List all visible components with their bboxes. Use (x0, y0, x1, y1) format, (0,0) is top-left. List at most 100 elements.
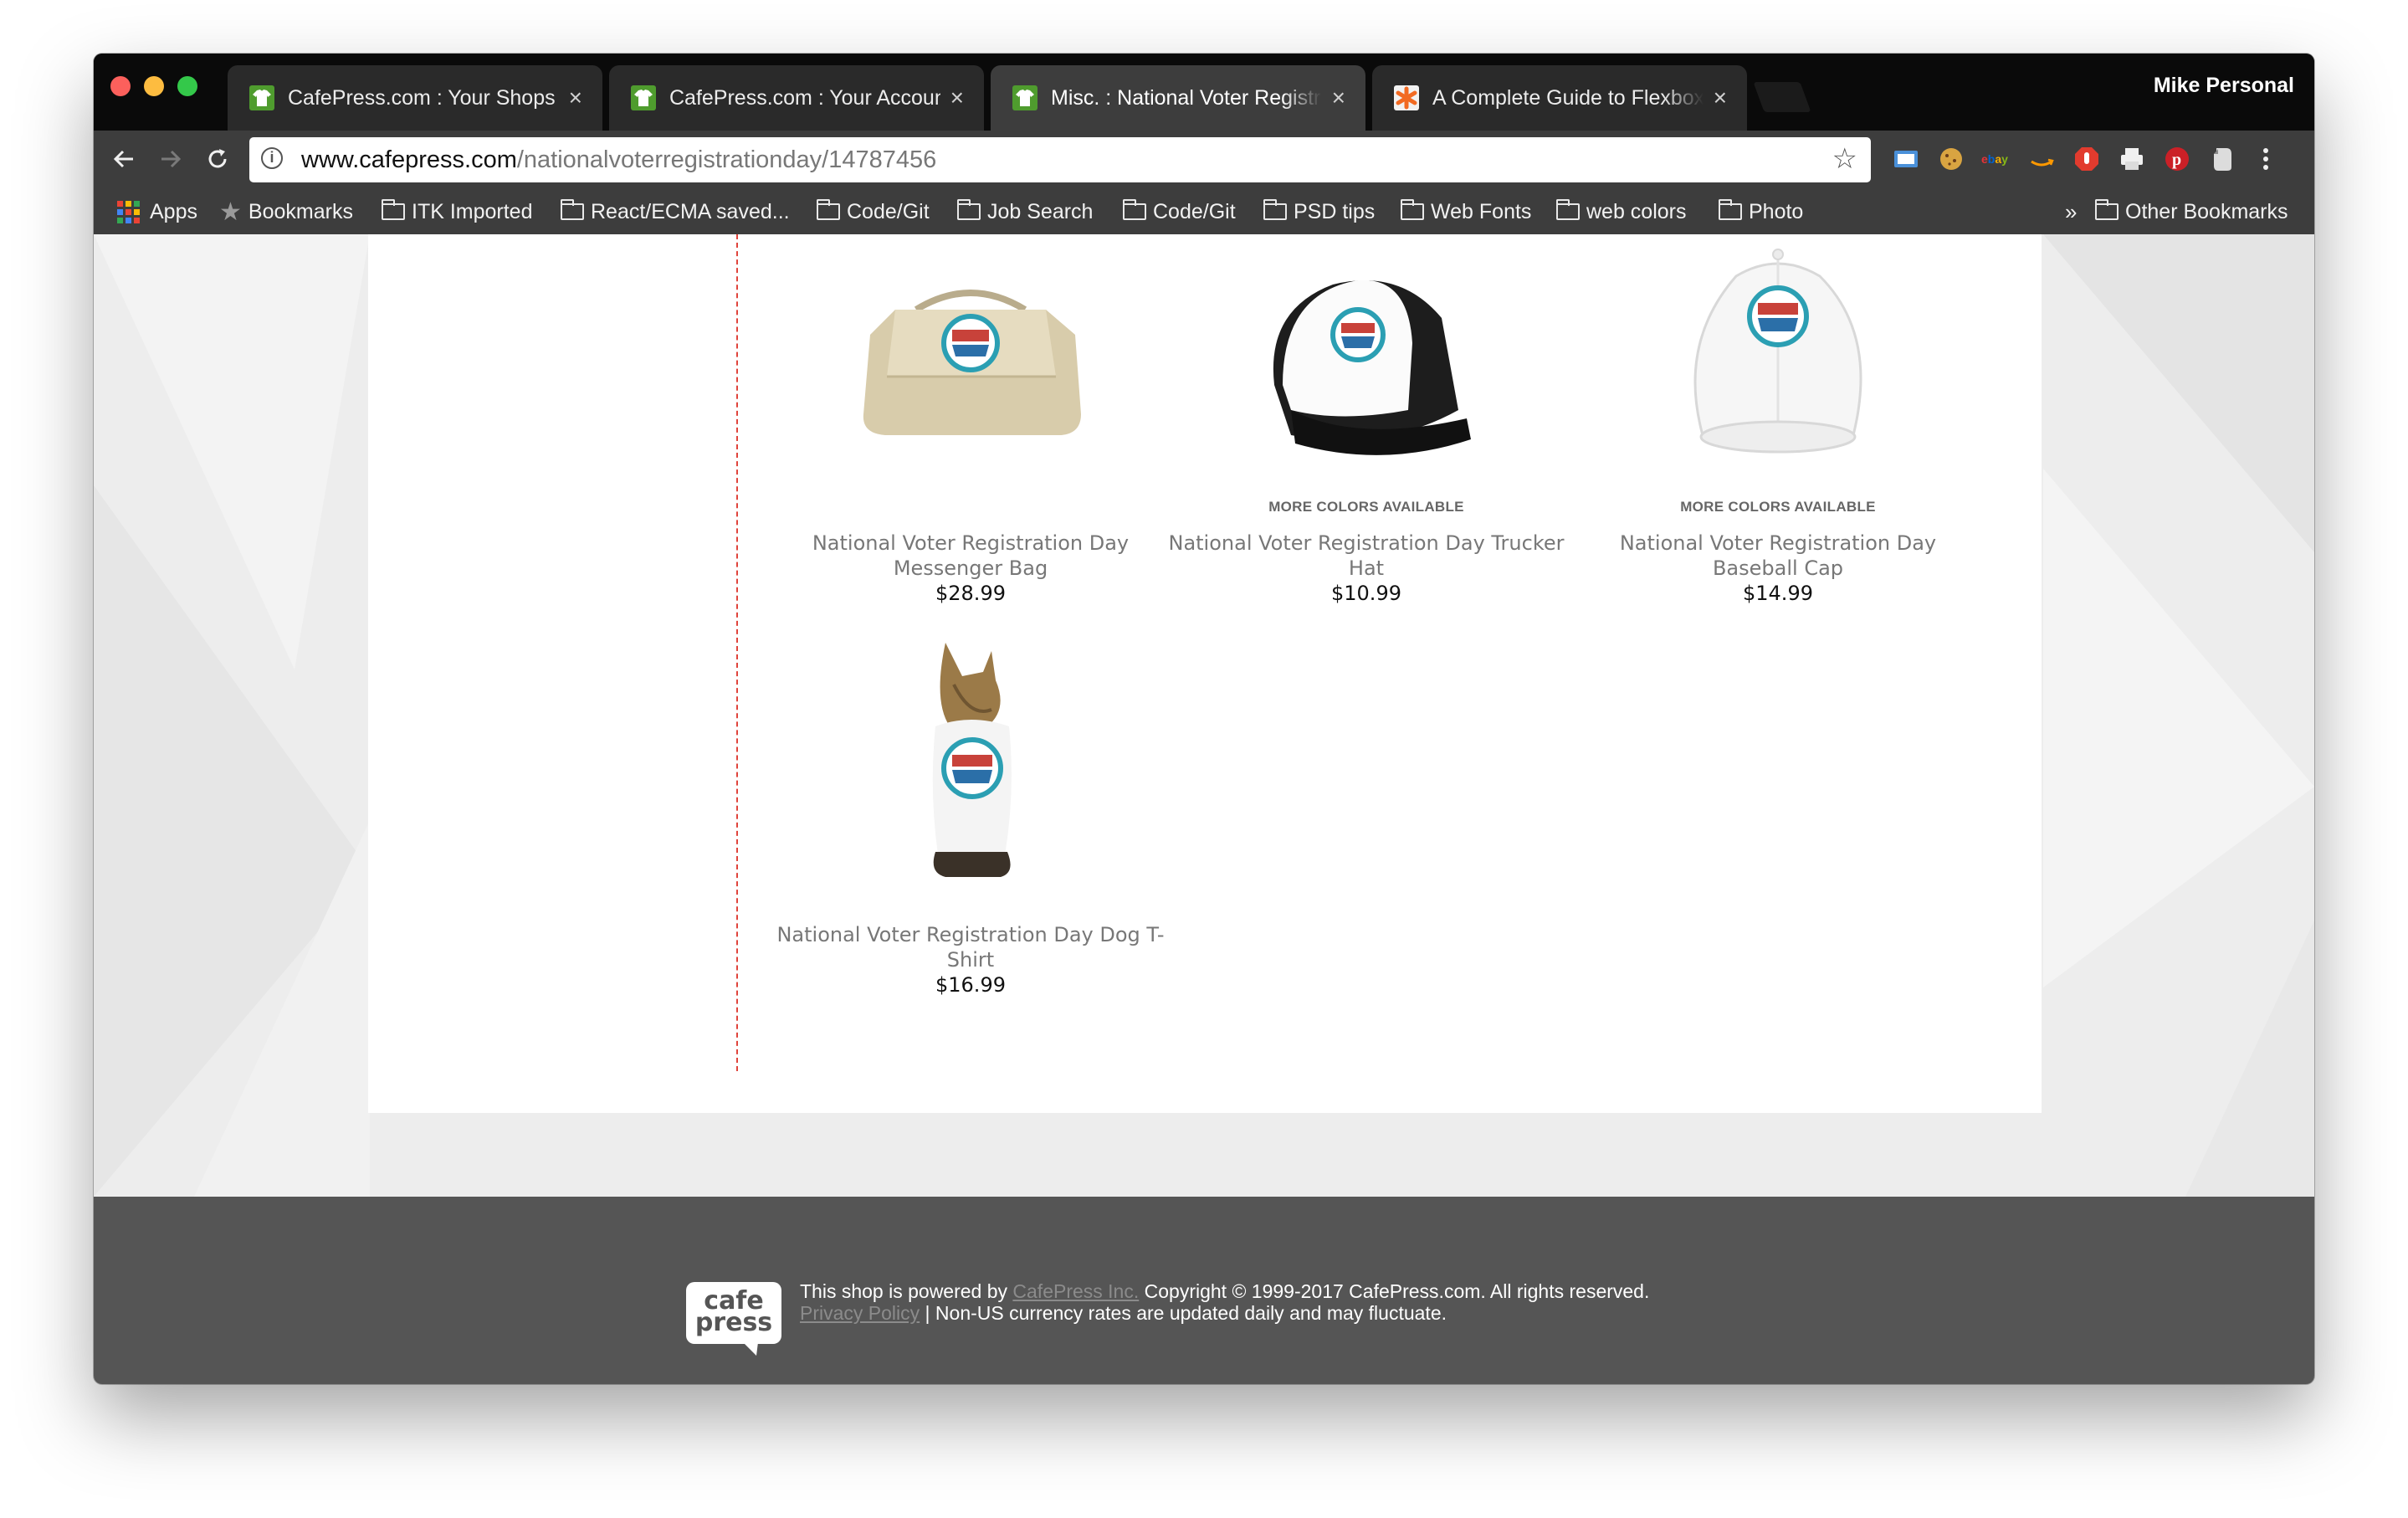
shop-content: National Voter Registration Day Messenge… (368, 234, 2042, 1113)
forward-button[interactable] (152, 141, 189, 177)
bookmark-label: ITK Imported (412, 199, 533, 223)
footer-line-2: Privacy Policy | Non-US currency rates a… (800, 1302, 1649, 1324)
folder-icon (1718, 199, 1742, 220)
bookmark-label: Photo (1749, 199, 1804, 223)
privacy-policy-link[interactable]: Privacy Policy (800, 1302, 920, 1324)
folder-icon (1555, 199, 1580, 220)
footer-text: This shop is powered by CafePress Inc. C… (800, 1280, 1649, 1324)
bookmark-label: Code/Git (1153, 199, 1236, 223)
tab-strip: CafePress.com : Your Shops × CafePress.c… (94, 54, 2314, 131)
currency-note: | Non-US currency rates are updated dail… (920, 1302, 1447, 1324)
product-card[interactable]: National Voter Registration Day Messenge… (770, 243, 1171, 606)
bookmark-folder-photo[interactable]: Photo (1718, 189, 1804, 234)
tab-your-shops[interactable]: CafePress.com : Your Shops × (228, 65, 602, 131)
bookmark-label: Job Search (987, 199, 1094, 223)
bookmark-label: Web Fonts (1431, 199, 1532, 223)
bookmark-folder-web-fonts[interactable]: Web Fonts (1400, 189, 1532, 234)
bookmark-label: web colors (1586, 199, 1687, 223)
cafepress-inc-link[interactable]: CafePress Inc. (1012, 1280, 1139, 1302)
more-colors-badge: MORE COLORS AVAILABLE (1680, 499, 1876, 515)
bookmark-label: Other Bookmarks (2125, 199, 2288, 223)
screen-capture-icon[interactable] (1891, 144, 1921, 174)
folder-icon (956, 199, 981, 220)
product-price: $10.99 (1331, 582, 1401, 605)
print-icon[interactable] (2117, 144, 2147, 174)
menu-dots-icon[interactable] (2251, 144, 2281, 174)
folder-icon (2094, 199, 2119, 220)
bookmark-apps[interactable]: Apps (117, 189, 197, 234)
folder-icon (381, 199, 405, 220)
other-bookmarks[interactable]: Other Bookmarks (2094, 189, 2288, 234)
cafepress-logo[interactable]: cafe press (684, 1280, 783, 1356)
ebay-icon[interactable]: ebay (1981, 144, 2011, 174)
bookmark-folder-itk-imported[interactable]: ITK Imported (381, 189, 533, 234)
bookmark-label: React/ECMA saved... (591, 199, 790, 223)
trucker-hat-image[interactable] (1232, 243, 1500, 494)
folder-icon (560, 199, 584, 220)
zoom-window-button[interactable] (177, 76, 197, 96)
folder-icon (1122, 199, 1146, 220)
bookmark-star-icon[interactable]: ☆ (1832, 142, 1857, 176)
page-viewport[interactable]: National Voter Registration Day Messenge… (94, 234, 2314, 1384)
more-colors-badge (770, 499, 1171, 517)
info-icon[interactable]: i (261, 147, 283, 169)
star-icon: ★ (219, 197, 242, 226)
svg-text:p: p (2172, 151, 2181, 169)
bookmark-folder-code-git[interactable]: Code/Git (816, 189, 930, 234)
page-footer: cafe press This shop is powered by CafePr… (94, 1197, 2314, 1384)
tab-close-icon[interactable]: × (950, 85, 964, 111)
browser-toolbar: i www.cafepress.com/nationalvoterregistr… (94, 131, 2314, 189)
back-arrow-icon (113, 150, 133, 168)
bookmark-folder-react-ecma[interactable]: React/ECMA saved... (560, 189, 790, 234)
bookmark-folder-psd-tips[interactable]: PSD tips (1263, 189, 1375, 234)
svg-text:ebay: ebay (1981, 152, 2008, 166)
tab-close-icon[interactable]: × (569, 85, 582, 111)
product-card[interactable]: National Voter Registration Day Dog T-Sh… (770, 634, 1171, 997)
pinterest-icon[interactable]: p (2162, 144, 2192, 174)
browser-window: CafePress.com : Your Shops × CafePress.c… (94, 54, 2314, 1384)
tab-title: Misc. : National Voter Registrat (1051, 85, 1322, 110)
product-card[interactable]: MORE COLORS AVAILABLE National Voter Reg… (1577, 243, 1979, 606)
bookmark-folder-code-git-2[interactable]: Code/Git (1122, 189, 1236, 234)
url-host: www.cafepress.com (301, 146, 517, 173)
url-path: /nationalvoterregistrationday/14787456 (516, 146, 937, 173)
reload-button[interactable] (199, 141, 236, 177)
cafepress-shirt-icon (249, 85, 274, 110)
new-tab-button[interactable] (1753, 82, 1811, 112)
bookmark-label: PSD tips (1294, 199, 1376, 223)
minimize-window-button[interactable] (144, 76, 164, 96)
forward-arrow-icon (161, 150, 182, 168)
bookmark-folder-web-colors[interactable]: web colors (1555, 189, 1687, 234)
address-bar[interactable]: i www.cafepress.com/nationalvoterregistr… (249, 137, 1871, 182)
product-card[interactable]: MORE COLORS AVAILABLE National Voter Reg… (1166, 243, 1567, 606)
bookmarks-overflow-button[interactable]: » (2065, 189, 2077, 234)
tab-flexbox-guide[interactable]: A Complete Guide to Flexbox | × (1372, 65, 1747, 131)
adblock-icon[interactable] (2072, 144, 2102, 174)
bookmark-bookmarks[interactable]: ★ Bookmarks (219, 189, 353, 234)
back-button[interactable] (105, 141, 142, 177)
messenger-bag-image[interactable] (837, 243, 1104, 494)
tab-voter-registration[interactable]: Misc. : National Voter Registrat × (991, 65, 1365, 131)
evernote-icon[interactable] (2207, 144, 2237, 174)
cookie-icon[interactable] (1936, 144, 1966, 174)
product-name[interactable]: National Voter Registration Day Dog T-Sh… (770, 922, 1171, 972)
product-name[interactable]: National Voter Registration Day Baseball… (1577, 531, 1979, 581)
bookmark-label: Bookmarks (248, 199, 353, 223)
powered-by-text: This shop is powered by (800, 1280, 1013, 1302)
cafepress-shirt-icon (631, 85, 656, 110)
sidebar-divider (736, 234, 738, 1071)
profile-name[interactable]: Mike Personal (2154, 74, 2294, 98)
amazon-icon[interactable] (2026, 144, 2057, 174)
product-name[interactable]: National Voter Registration Day Trucker … (1166, 531, 1567, 581)
tab-close-icon[interactable]: × (1714, 85, 1727, 111)
baseball-cap-image[interactable] (1644, 243, 1912, 494)
folder-icon (1263, 199, 1287, 220)
bookmark-folder-job-search[interactable]: Job Search (956, 189, 1094, 234)
tab-your-account[interactable]: CafePress.com : Your Account × (609, 65, 984, 131)
tab-close-icon[interactable]: × (1332, 85, 1345, 111)
close-window-button[interactable] (110, 76, 131, 96)
dog-tshirt-image[interactable] (837, 634, 1104, 885)
product-price: $16.99 (935, 973, 1006, 997)
logo-text: cafe press (695, 1286, 772, 1337)
product-name[interactable]: National Voter Registration Day Messenge… (770, 531, 1171, 581)
